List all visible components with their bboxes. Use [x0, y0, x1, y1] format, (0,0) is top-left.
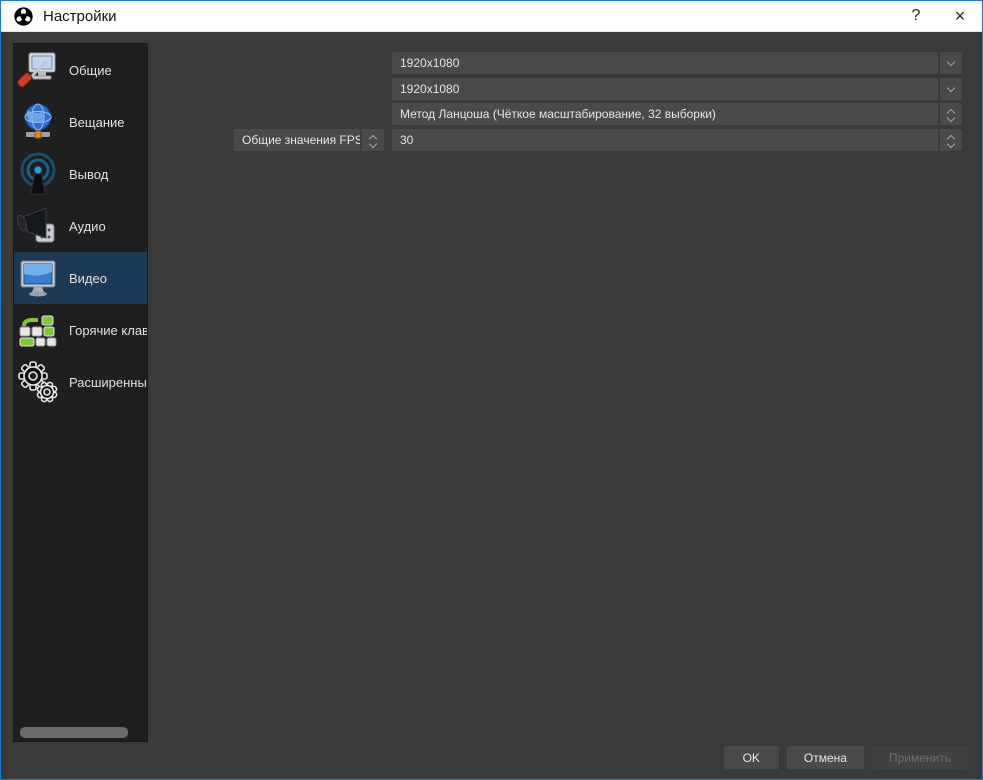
sidebar-item-stream[interactable]: Вещание	[14, 96, 147, 148]
sidebar-item-label: Горячие клавиши	[69, 322, 147, 338]
base-resolution-combobox[interactable]: 1920x1080	[392, 52, 962, 74]
help-button[interactable]: ?	[894, 1, 938, 32]
sidebar-item-hotkeys[interactable]: Горячие клавиши	[14, 304, 147, 356]
stream-icon	[24, 103, 52, 139]
video-icon	[20, 260, 56, 297]
close-button[interactable]: ×	[938, 1, 982, 32]
hotkeys-icon	[19, 315, 57, 347]
sidebar-item-label: Расширенные	[69, 374, 147, 390]
chevron-updown-icon[interactable]	[940, 103, 962, 125]
sidebar-scrollbar-thumb[interactable]	[20, 727, 128, 738]
sidebar-item-video[interactable]: Видео	[14, 252, 147, 304]
general-icon	[17, 52, 56, 88]
output-resolution-value: 1920x1080	[392, 78, 938, 100]
sidebar-item-output[interactable]: Вывод	[14, 148, 147, 200]
window-title: Настройки	[43, 7, 117, 25]
fps-type-value: Общие значения FPS	[234, 129, 360, 151]
settings-window: Настройки ? × Общие Вещание Вывод Аудио …	[0, 0, 983, 780]
fps-value: 30	[392, 129, 938, 151]
fps-type-combobox[interactable]: Общие значения FPS	[234, 129, 384, 151]
cancel-button[interactable]: Отмена	[786, 746, 864, 769]
content-area: Общие Вещание Вывод Аудио Видео Горячие …	[1, 33, 982, 779]
scale-filter-combobox[interactable]: Метод Ланцоша (Чёткое масштабирование, 3…	[392, 103, 962, 125]
scale-filter-value: Метод Ланцоша (Чёткое масштабирование, 3…	[392, 103, 938, 125]
chevron-down-icon[interactable]	[940, 52, 962, 74]
chevron-updown-icon[interactable]	[940, 129, 962, 151]
sidebar-item-label: Аудио	[69, 218, 106, 234]
fps-value-combobox[interactable]: 30	[392, 129, 962, 151]
settings-category-list: Общие Вещание Вывод Аудио Видео Горячие …	[13, 43, 148, 742]
audio-icon	[16, 207, 55, 243]
sidebar-item-audio[interactable]: Аудио	[14, 200, 147, 252]
sidebar-item-label: Вещание	[69, 114, 125, 130]
apply-button[interactable]: Применить	[871, 746, 968, 769]
output-icon	[20, 152, 56, 195]
sidebar-scrollbar-track[interactable]	[16, 726, 145, 739]
sidebar-item-label: Общие	[69, 62, 112, 78]
sidebar-item-general[interactable]: Общие	[14, 44, 147, 96]
base-resolution-value: 1920x1080	[392, 52, 938, 74]
chevron-updown-icon[interactable]	[362, 129, 384, 151]
output-resolution-combobox[interactable]: 1920x1080	[392, 78, 962, 100]
dialog-buttons: OK Отмена Применить	[723, 746, 968, 769]
chevron-down-icon[interactable]	[940, 78, 962, 100]
titlebar: Настройки ? ×	[1, 1, 982, 32]
ok-button[interactable]: OK	[723, 746, 779, 769]
advanced-icon	[18, 361, 58, 403]
sidebar-item-label: Вывод	[69, 166, 109, 182]
sidebar-item-label: Видео	[69, 270, 107, 286]
obs-logo-icon	[14, 6, 33, 26]
sidebar-item-advanced[interactable]: Расширенные	[14, 356, 147, 408]
